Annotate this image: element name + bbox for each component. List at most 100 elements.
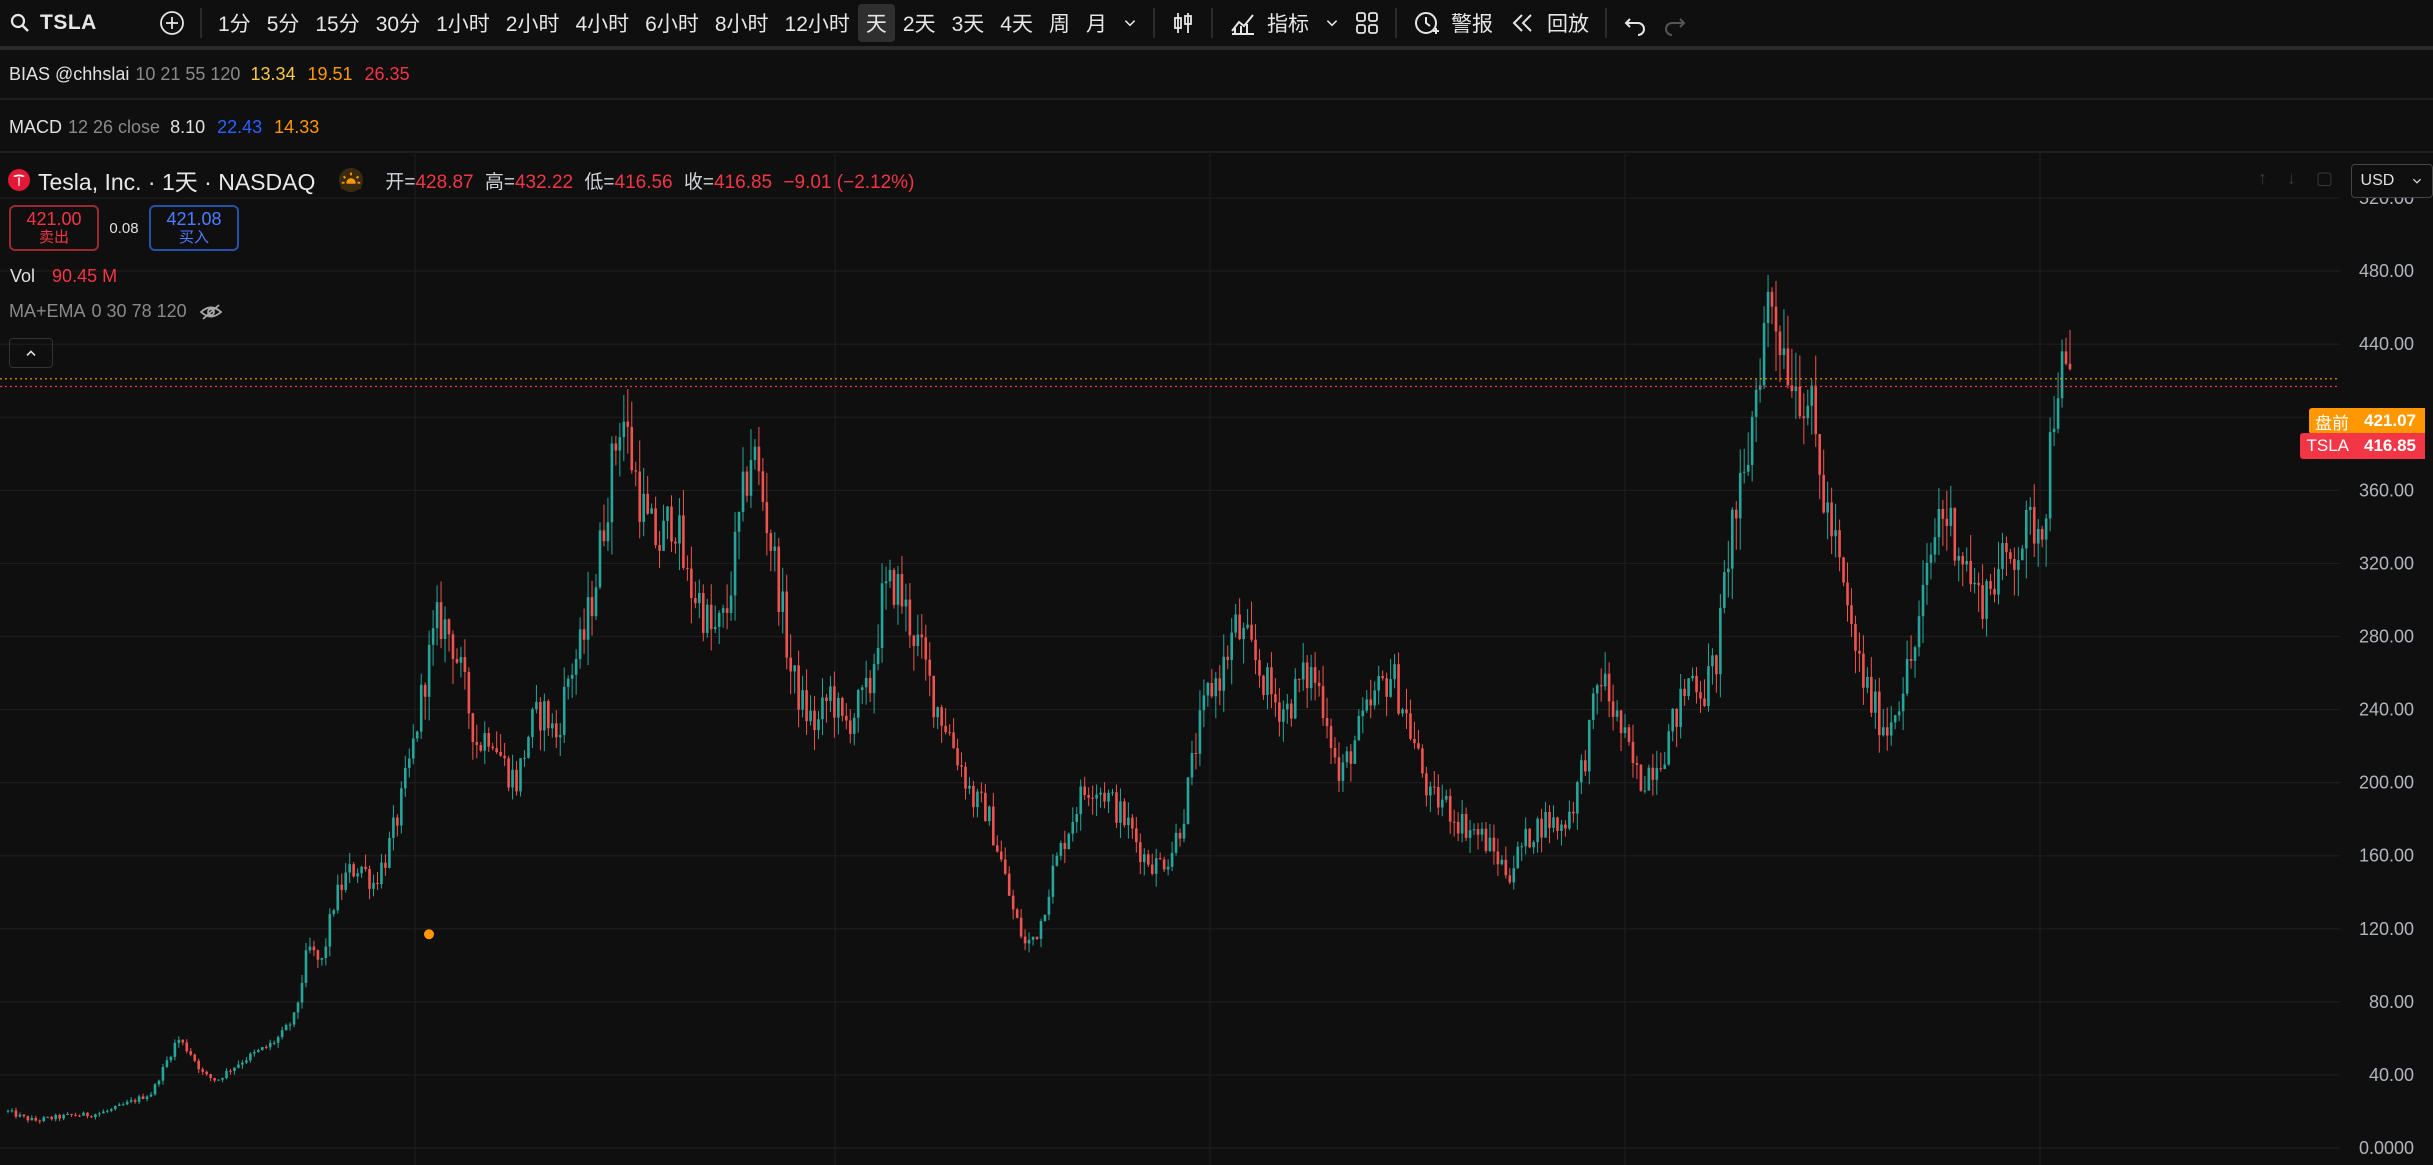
chart-type-button[interactable] (1163, 4, 1203, 42)
move-up-icon[interactable]: ↑ (2258, 168, 2267, 189)
market-status-icon[interactable] (335, 166, 367, 194)
interval-button[interactable]: 3天 (944, 4, 993, 42)
candle-body (320, 958, 324, 960)
candle-body (133, 1100, 137, 1102)
maximize-icon[interactable]: ▢ (2316, 168, 2333, 189)
candle-body (1806, 405, 1810, 419)
event-marker-dot[interactable] (424, 929, 434, 940)
sell-button[interactable]: 421.00 卖出 (9, 205, 99, 251)
candle-body (1488, 837, 1492, 851)
candle-body (340, 884, 344, 890)
candle-body (872, 664, 876, 694)
candle-body (761, 471, 765, 503)
candle-body (539, 702, 542, 731)
candle-body (1949, 507, 1953, 526)
compare-symbol-button[interactable] (152, 4, 192, 42)
interval-button[interactable]: 月 (1078, 4, 1115, 42)
candle-body (1683, 688, 1686, 697)
candle-body (1266, 667, 1269, 695)
candle-body (400, 788, 403, 826)
candle-body (1035, 936, 1039, 939)
candle-body (1019, 917, 1023, 937)
interval-button[interactable]: 5分 (259, 4, 308, 42)
candle-body (1552, 817, 1555, 828)
candle-body (717, 612, 721, 627)
interval-button[interactable]: 4小时 (567, 4, 637, 42)
candle-body (1297, 678, 1301, 680)
candle-body (940, 707, 943, 726)
candle-body (960, 765, 963, 767)
interval-button[interactable]: 周 (1041, 4, 1078, 42)
candle-body (2040, 529, 2044, 540)
interval-button[interactable]: 2小时 (498, 4, 568, 42)
ma-legend[interactable]: MA+EMA 0 30 78 120 (9, 301, 223, 322)
candle-body (884, 581, 888, 584)
currency-select[interactable]: USD (2351, 164, 2433, 198)
candle-body (380, 862, 383, 885)
candle-body (694, 598, 697, 604)
candle-body (547, 701, 550, 729)
candle-body (78, 1115, 81, 1117)
interval-button[interactable]: 8小时 (707, 4, 777, 42)
candle-body (117, 1104, 121, 1106)
candle-body (1663, 764, 1667, 769)
candle-body (1186, 777, 1190, 824)
candle-body (10, 1110, 14, 1112)
candle-body (213, 1077, 216, 1081)
interval-button[interactable]: 30分 (368, 4, 428, 42)
macd-indicator-row[interactable]: MACD 12 26 close 8.10 22.43 14.33 (0, 103, 2433, 153)
candle-body (1838, 530, 1841, 558)
alerts-label: 警报 (1450, 13, 1493, 36)
candle-body (841, 697, 844, 716)
symbol-title[interactable]: Tesla, Inc. · 1天 · NASDAQ (38, 163, 315, 197)
undo-button[interactable] (1615, 4, 1655, 42)
candle-body (1484, 828, 1488, 851)
candle-body (1154, 858, 1158, 874)
chart-pane[interactable]: 0.0000 40.00 80.00 120.00 160.00 200.00 240.00… (0, 154, 2433, 1165)
candle-body (272, 1042, 276, 1044)
symbol-search[interactable]: TSLA (0, 0, 150, 46)
candle-body (1099, 792, 1102, 795)
interval-button[interactable]: 1小时 (428, 4, 498, 42)
candle-body (1897, 711, 1901, 716)
candle-body (2048, 432, 2052, 519)
candle-body (916, 634, 920, 647)
candle-body (145, 1096, 149, 1100)
interval-button[interactable]: 1分 (210, 4, 259, 42)
candle-body (1746, 465, 1750, 472)
candle-body (1218, 678, 1222, 691)
interval-button[interactable]: 15分 (307, 4, 367, 42)
candle-body (1901, 693, 1905, 712)
redo-button[interactable] (1655, 4, 1695, 42)
candle-body (586, 597, 590, 640)
indicators-dropdown-button[interactable] (1317, 4, 1347, 42)
eye-hidden-icon[interactable] (199, 303, 223, 321)
volume-legend[interactable]: Vol 90.45 M (10, 266, 117, 287)
candle-body (106, 1110, 109, 1112)
candle-body (1985, 581, 1988, 620)
layout-button[interactable] (1347, 4, 1387, 42)
interval-button[interactable]: 天 (857, 4, 895, 42)
candle-body (241, 1062, 244, 1065)
interval-button[interactable]: 4天 (992, 4, 1041, 42)
price-chart[interactable]: 0.0000 40.00 80.00 120.00 160.00 200.00 240.00… (0, 154, 2433, 1165)
replay-button[interactable]: 回放 (1501, 4, 1597, 42)
interval-button[interactable]: 12小时 (777, 4, 858, 42)
candle-body (1667, 731, 1671, 765)
candle-body (1170, 852, 1174, 867)
bias-indicator-row[interactable]: BIAS @chhslai 10 21 55 120 13.34 19.51 2… (0, 50, 2433, 100)
collapse-legend-button[interactable] (9, 338, 53, 368)
candle-body (1313, 667, 1317, 683)
candle-body (674, 541, 677, 544)
candle-body (1556, 817, 1559, 831)
buy-button[interactable]: 421.08 买入 (149, 205, 239, 251)
interval-button[interactable]: 6小时 (637, 4, 707, 42)
interval-button[interactable]: 2天 (895, 4, 944, 42)
alerts-button[interactable]: 警报 (1405, 4, 1501, 42)
move-down-icon[interactable]: ↓ (2287, 168, 2296, 189)
indicators-button[interactable]: 指标 (1221, 4, 1317, 42)
candle-body (725, 608, 729, 613)
candle-body (1591, 693, 1595, 720)
candle-body (1421, 748, 1424, 774)
interval-dropdown-button[interactable] (1115, 4, 1145, 42)
